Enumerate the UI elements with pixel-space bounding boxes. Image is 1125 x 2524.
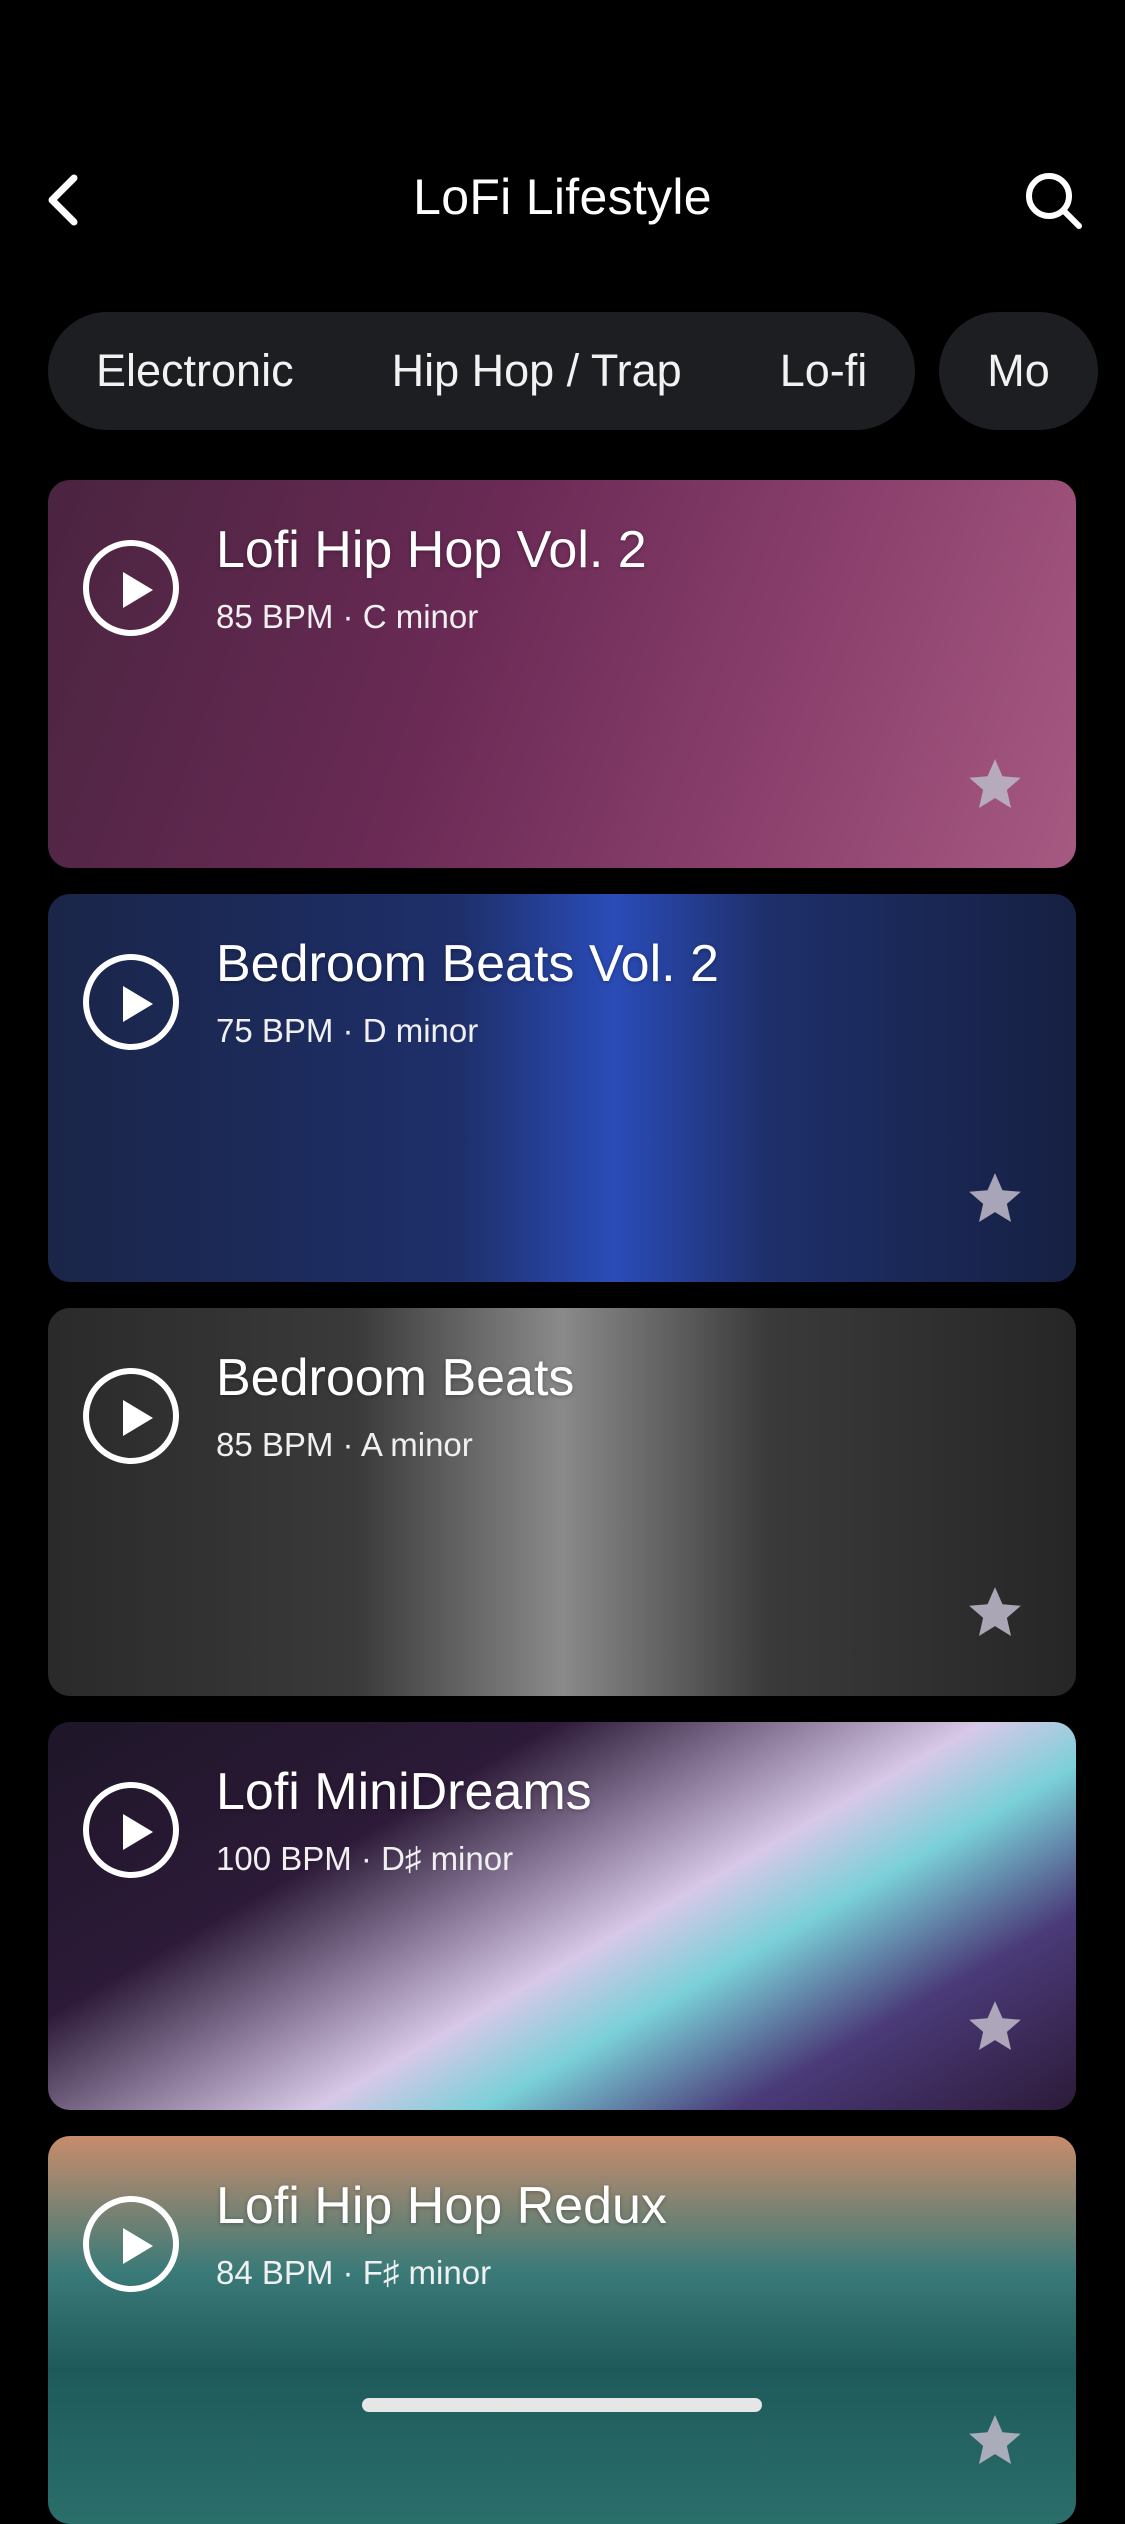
favorite-star-icon[interactable] <box>964 1168 1026 1230</box>
pack-subtitle: 75 BPM · D minor <box>216 1012 479 1049</box>
pack-title: Lofi MiniDreams <box>216 1763 592 1821</box>
pack-title: Lofi Hip Hop Redux <box>216 2177 667 2235</box>
play-button[interactable] <box>83 2196 179 2292</box>
pack-card[interactable]: Lofi Hip Hop Vol. 2 85 BPM · C minor <box>48 480 1076 868</box>
chip-group: Electronic Hip Hop / Trap Lo-fi <box>48 312 916 430</box>
pack-title: Bedroom Beats Vol. 2 <box>216 935 719 993</box>
pack-card[interactable]: Lofi Hip Hop Redux 84 BPM · F♯ minor <box>48 2136 1076 2524</box>
play-button[interactable] <box>83 954 179 1050</box>
page-title: LoFi Lifestyle <box>413 169 712 225</box>
pack-card[interactable]: Bedroom Beats 85 BPM · A minor <box>48 1308 1076 1696</box>
play-button[interactable] <box>83 1368 179 1464</box>
search-icon[interactable] <box>1021 168 1087 234</box>
favorite-star-icon[interactable] <box>964 1996 1026 2058</box>
favorite-star-icon[interactable] <box>964 1582 1026 1644</box>
play-button[interactable] <box>83 540 179 636</box>
play-button[interactable] <box>83 1782 179 1878</box>
favorite-star-icon[interactable] <box>964 754 1026 816</box>
favorite-star-icon[interactable] <box>964 2410 1026 2472</box>
pack-subtitle: 85 BPM · C minor <box>216 598 479 635</box>
pack-title: Lofi Hip Hop Vol. 2 <box>216 521 647 579</box>
chip-lo-fi[interactable]: Lo-fi <box>780 345 868 397</box>
chip-next[interactable]: Mo <box>939 312 1098 430</box>
chip-hip-hop-trap[interactable]: Hip Hop / Trap <box>392 345 682 397</box>
pack-subtitle: 100 BPM · D♯ minor <box>216 1840 514 1877</box>
pack-subtitle: 84 BPM · F♯ minor <box>216 2254 492 2291</box>
genre-chips: Electronic Hip Hop / Trap Lo-fi Mo <box>48 312 1098 430</box>
home-indicator[interactable] <box>362 2398 762 2412</box>
pack-card[interactable]: Bedroom Beats Vol. 2 75 BPM · D minor <box>48 894 1076 1282</box>
pack-subtitle: 85 BPM · A minor <box>216 1426 473 1463</box>
chip-electronic[interactable]: Electronic <box>96 345 294 397</box>
pack-title: Bedroom Beats <box>216 1349 575 1407</box>
header: LoFi Lifestyle <box>0 150 1125 250</box>
chip-next-label: Mo <box>987 345 1050 396</box>
pack-card[interactable]: Lofi MiniDreams 100 BPM · D♯ minor <box>48 1722 1076 2110</box>
